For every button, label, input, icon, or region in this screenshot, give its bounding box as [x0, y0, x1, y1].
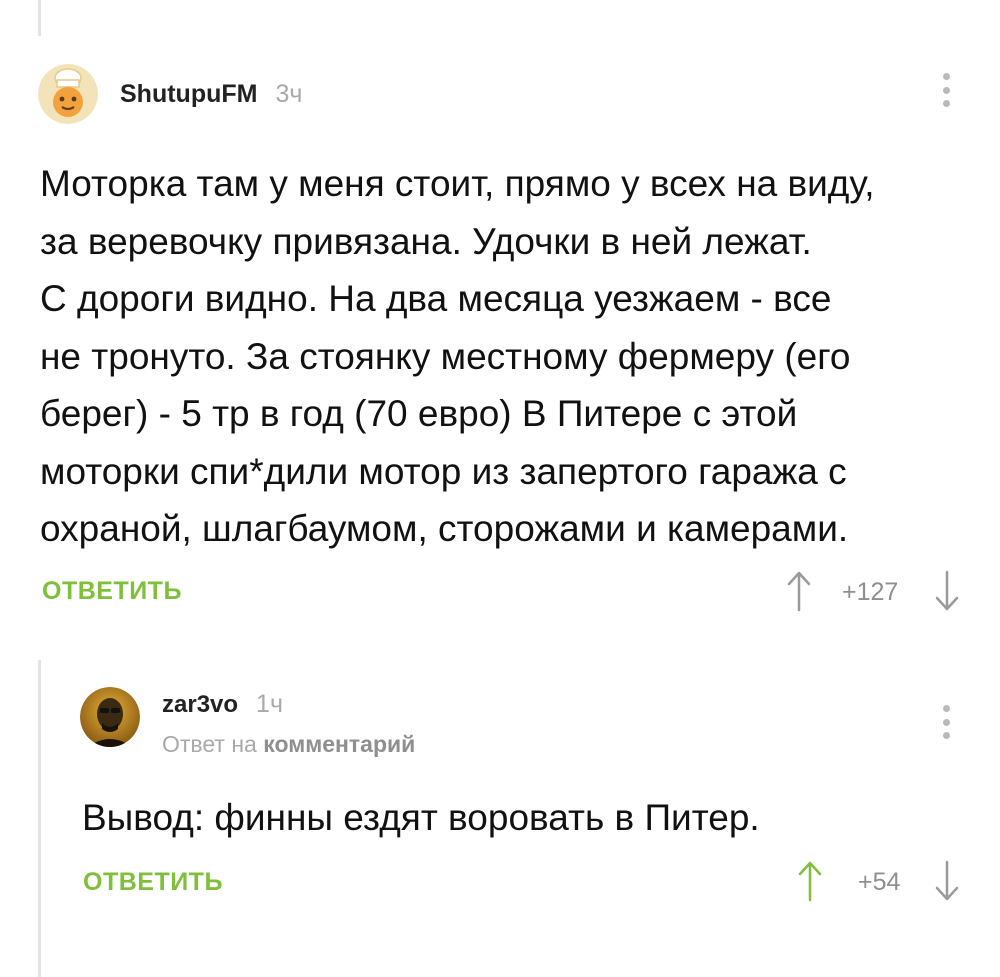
avatar[interactable]: [80, 687, 140, 747]
rating-count: +127: [842, 578, 899, 606]
arrow-up-icon[interactable]: [786, 570, 812, 612]
comment-text-line: берег) - 5 тр в год (70 евро) В Питере с…: [40, 393, 798, 434]
comment-text-line: С дороги видно. На два месяца уезжаем - …: [40, 278, 832, 319]
author-name[interactable]: ShutupuFM: [120, 80, 257, 109]
arrow-down-icon[interactable]: [934, 860, 960, 902]
author-name[interactable]: zar3vo: [162, 691, 238, 719]
reply-to-prefix: Ответ на: [162, 731, 257, 757]
comment-time: 3ч: [275, 79, 303, 108]
reply-button[interactable]: ОТВЕТИТЬ: [83, 868, 223, 897]
reply-to-link[interactable]: комментарий: [263, 731, 415, 757]
comment-text-line: охраной, шлагбаумом, сторожами и камерам…: [40, 508, 849, 549]
reply-button[interactable]: ОТВЕТИТЬ: [42, 577, 182, 606]
avatar-portrait-icon: [80, 687, 140, 747]
rating-count: +54: [858, 868, 901, 896]
kebab-menu-icon[interactable]: [942, 705, 950, 739]
avatar-chef-icon: [38, 64, 98, 124]
reply-comment: zar3vo 1ч Ответ на комментарий Вывод: фи…: [0, 640, 1000, 977]
comment-text: Вывод: финны ездят воровать в Питер.: [82, 797, 760, 838]
arrow-down-icon[interactable]: [934, 570, 960, 612]
comment-time: 1ч: [256, 690, 283, 718]
avatar[interactable]: [38, 64, 98, 124]
comment-text: Моторка там у меня стоит, прямо у всех н…: [40, 155, 980, 558]
comment-text-line: Моторка там у меня стоит, прямо у всех н…: [40, 163, 875, 204]
kebab-menu-icon[interactable]: [942, 73, 950, 107]
comment-text-line: не тронуто. За стоянку местному фермеру …: [40, 335, 851, 377]
comment-text-line: за веревочку привязана. Удочки в ней леж…: [40, 220, 812, 262]
comment-text-line: моторки спи*дили мотор из запертого гара…: [40, 450, 847, 492]
reply-to-info: Ответ на комментарий: [162, 731, 415, 758]
comment: ShutupuFM 3ч Моторка там у меня стоит, п…: [0, 0, 1000, 640]
arrow-up-icon[interactable]: [797, 860, 823, 902]
